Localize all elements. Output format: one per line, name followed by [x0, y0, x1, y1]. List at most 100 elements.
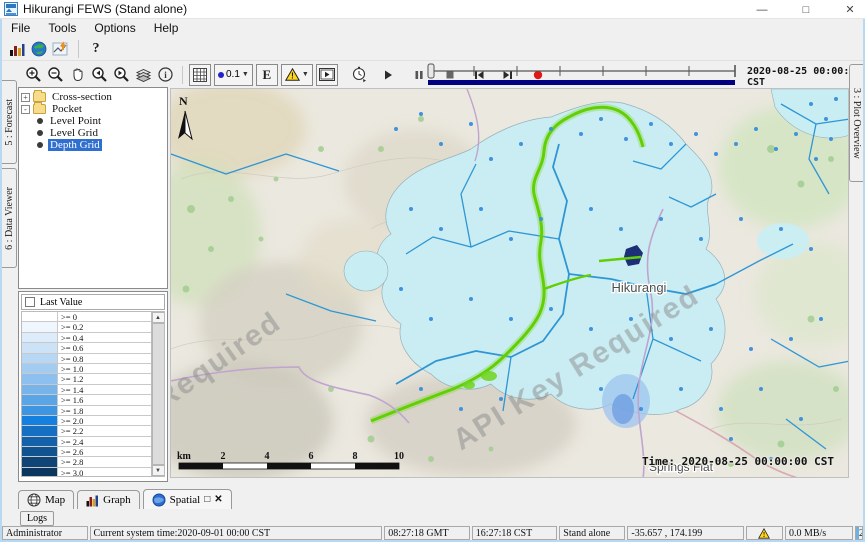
svg-text:km: km	[177, 451, 192, 462]
elevation-legend-button[interactable]: E	[256, 64, 278, 86]
layer-tree: + Cross-section - Pocket Level Point Lev…	[18, 87, 168, 289]
map-view[interactable]: API Key Required API Key Required N Hiku…	[170, 88, 849, 478]
zoom-in-icon[interactable]	[22, 64, 44, 86]
status-bar: Administrator Current system time:2020-0…	[2, 526, 863, 540]
legend-row[interactable]: >= 2.4	[22, 437, 151, 447]
node-bullet-icon	[37, 130, 43, 136]
menu-tools[interactable]: Tools	[39, 20, 85, 36]
logs-button[interactable]: Logs	[20, 511, 54, 526]
layers-icon[interactable]	[132, 64, 154, 86]
play-button[interactable]	[377, 64, 399, 86]
animation-player-button[interactable]	[316, 64, 338, 86]
minimize-button[interactable]: —	[753, 4, 771, 16]
panel-restore-button[interactable]: □	[204, 494, 210, 505]
timeseries-chart-icon[interactable]	[50, 38, 72, 60]
legend-row[interactable]: >= 0.8	[22, 354, 151, 364]
spatial-sphere-icon	[152, 493, 166, 507]
legend-row[interactable]: >= 1.8	[22, 406, 151, 416]
time-slider[interactable]	[425, 62, 740, 86]
tree-item-level-point[interactable]: Level Point	[21, 115, 165, 127]
tree-item-level-grid[interactable]: Level Grid	[21, 127, 165, 139]
tab-plot-overview[interactable]: 3 : Plot Overview	[849, 64, 863, 182]
info-icon[interactable]: i	[154, 64, 176, 86]
legend-row[interactable]: >= 0.6	[22, 343, 151, 353]
svg-text:10: 10	[394, 451, 404, 462]
expand-icon[interactable]: +	[21, 93, 30, 102]
zoom-out-icon[interactable]	[44, 64, 66, 86]
legend-swatch	[22, 447, 58, 456]
depth-legend: Last Value >= 0 >= 0.2 >= 0.4 >= 0.6 >= …	[18, 291, 168, 482]
close-button[interactable]: ✕	[841, 3, 859, 16]
legend-row[interactable]: >= 0.4	[22, 333, 151, 343]
legend-swatch	[22, 364, 58, 373]
value-dropdown-value: 0.1	[226, 69, 240, 80]
window-title: Hikurangi FEWS (Stand alone)	[23, 2, 187, 16]
legend-row[interactable]: >= 2.6	[22, 447, 151, 457]
legend-swatch	[22, 416, 58, 425]
svg-text:6: 6	[309, 451, 314, 462]
tab-forecast[interactable]: 5 : Forecast	[2, 80, 17, 164]
warning-triangle-icon: !	[758, 528, 770, 539]
status-warning-cell[interactable]: !	[746, 526, 783, 540]
legend-scrollbar[interactable]: ▲ ▼	[151, 312, 164, 476]
chevron-down-icon: ▼	[302, 71, 309, 78]
tab-graph[interactable]: Graph	[77, 490, 140, 509]
maximize-button[interactable]: □	[797, 4, 815, 16]
tree-item-depth-grid[interactable]: Depth Grid	[21, 139, 165, 151]
legend-swatch	[22, 385, 58, 394]
legend-swatch	[22, 322, 58, 331]
app-logo-icon	[4, 2, 18, 16]
legend-swatch	[22, 333, 58, 342]
tab-data-viewer[interactable]: 6 : Data Viewer	[2, 168, 17, 268]
last-value-checkbox[interactable]	[25, 297, 35, 307]
svg-text:N: N	[179, 94, 188, 108]
contour-value-dropdown[interactable]: 0.1 ▼	[214, 64, 253, 86]
legend-swatch	[22, 354, 58, 363]
explorer-icon[interactable]	[6, 38, 28, 60]
menu-help[interactable]: Help	[145, 20, 188, 36]
legend-row[interactable]: >= 1.0	[22, 364, 151, 374]
time-slider-handle[interactable]	[428, 64, 434, 78]
last-value-label: Last Value	[40, 297, 82, 308]
legend-row[interactable]: >= 2.0	[22, 416, 151, 426]
help-button[interactable]: ?	[85, 38, 107, 60]
legend-row[interactable]: >= 1.4	[22, 385, 151, 395]
title-bar: Hikurangi FEWS (Stand alone) — □ ✕	[0, 0, 865, 19]
legend-swatch	[22, 457, 58, 466]
legend-row[interactable]: >= 2.2	[22, 426, 151, 436]
panel-close-button[interactable]: ✕	[214, 494, 222, 505]
menu-file[interactable]: File	[2, 20, 39, 36]
map-canvas[interactable]: API Key Required API Key Required N Hiku…	[171, 89, 849, 478]
globe-map-icon[interactable]	[28, 38, 50, 60]
legend-row[interactable]: >= 0.2	[22, 322, 151, 332]
warning-triangle-icon: !	[285, 68, 300, 81]
collapse-icon[interactable]: -	[21, 105, 30, 114]
grid-display-button[interactable]	[189, 64, 211, 86]
dock-tab-bar: Map Graph Spatial □ ✕	[18, 489, 232, 509]
legend-row[interactable]: >= 3.0	[22, 468, 151, 477]
menu-options[interactable]: Options	[85, 20, 144, 36]
zoom-previous-icon[interactable]	[88, 64, 110, 86]
status-user: Administrator	[2, 526, 88, 540]
scroll-down-icon[interactable]: ▼	[152, 465, 165, 476]
scrollbar-thumb[interactable]	[152, 323, 165, 465]
pan-hand-icon[interactable]	[66, 64, 88, 86]
animation-timer-icon[interactable]	[349, 64, 371, 86]
tab-map[interactable]: Map	[18, 490, 74, 509]
legend-row[interactable]: >= 0	[22, 312, 151, 322]
warnings-dropdown[interactable]: ! ▼	[281, 64, 313, 86]
tab-spatial[interactable]: Spatial □ ✕	[143, 489, 232, 509]
tree-item-pocket[interactable]: - Pocket	[21, 103, 165, 115]
legend-row[interactable]: >= 1.2	[22, 374, 151, 384]
town-label: Hikurangi	[612, 280, 667, 295]
zoom-next-icon[interactable]	[110, 64, 132, 86]
legend-row[interactable]: >= 1.6	[22, 395, 151, 405]
svg-text:i: i	[164, 70, 167, 80]
chevron-down-icon: ▼	[242, 71, 249, 78]
scroll-up-icon[interactable]: ▲	[152, 312, 165, 323]
tree-item-cross-section[interactable]: + Cross-section	[21, 91, 165, 103]
legend-row[interactable]: >= 2.8	[22, 457, 151, 467]
data-viewer-panel: + Cross-section - Pocket Level Point Lev…	[18, 87, 168, 482]
legend-class-list: >= 0 >= 0.2 >= 0.4 >= 0.6 >= 0.8 >= 1.0 …	[22, 312, 151, 476]
legend-swatch	[22, 395, 58, 404]
